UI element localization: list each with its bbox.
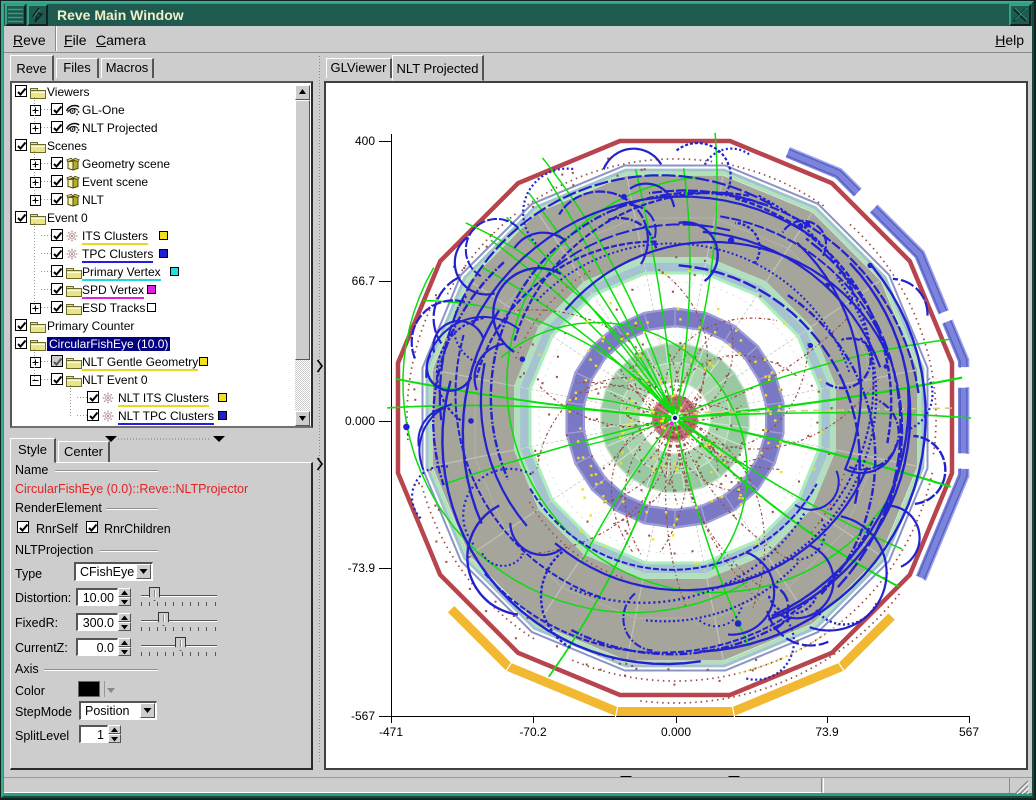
- svg-text:0.000: 0.000: [661, 725, 691, 739]
- svg-text:-471: -471: [379, 725, 403, 739]
- svg-text:73.9: 73.9: [815, 725, 839, 739]
- svg-text:-70.2: -70.2: [519, 725, 547, 739]
- svg-text:-567: -567: [351, 709, 375, 723]
- svg-text:400: 400: [355, 134, 375, 148]
- svg-text:0.000: 0.000: [345, 414, 375, 428]
- svg-text:66.7: 66.7: [352, 274, 376, 288]
- svg-text:567: 567: [959, 725, 979, 739]
- svg-text:-73.9: -73.9: [348, 561, 376, 575]
